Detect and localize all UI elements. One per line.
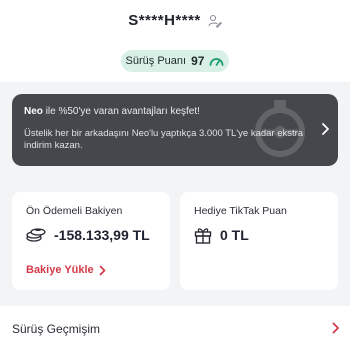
- driving-score-badge[interactable]: Sürüş Puanı 97: [121, 50, 229, 72]
- top-up-balance-link[interactable]: Bakiye Yükle: [26, 264, 106, 276]
- promo-description: Üstelik her bir arkadaşını Neo'lu yaptık…: [24, 128, 304, 151]
- profile-header: S****H**** Sürüş Puanı 97: [0, 0, 350, 82]
- gift-points-value: 0 TL: [220, 227, 249, 243]
- driving-score-value: 97: [191, 54, 205, 68]
- coins-icon: [26, 226, 46, 244]
- ride-history-row[interactable]: Sürüş Geçmişim: [0, 306, 350, 350]
- top-up-balance-label: Bakiye Yükle: [26, 264, 94, 276]
- prepaid-balance-row: -158.133,99 TL: [26, 226, 150, 244]
- prepaid-balance-card: Ön Ödemeli Bakiyen -158.133,99 TL Bakiye…: [12, 192, 170, 290]
- driving-score-label: Sürüş Puanı: [125, 55, 187, 67]
- username: S****H****: [128, 12, 201, 29]
- gift-icon: [194, 226, 212, 244]
- gift-points-label: Hediye TikTak Puan: [194, 205, 287, 217]
- prepaid-balance-value: -158.133,99 TL: [54, 227, 150, 243]
- promo-title: Neo ile %50'ye varan avantajları keşfet!: [24, 106, 304, 117]
- chevron-right-icon: [332, 322, 339, 334]
- chevron-right-icon[interactable]: [320, 122, 330, 136]
- promo-brand: Neo: [24, 106, 43, 117]
- gift-points-card[interactable]: Hediye TikTak Puan 0 TL: [180, 192, 338, 290]
- promo-title-text: ile %50'ye varan avantajları keşfet!: [45, 106, 200, 117]
- gauge-icon: [209, 56, 224, 66]
- neo-promo-banner[interactable]: Neo ile %50'ye varan avantajları keşfet!…: [12, 94, 338, 166]
- ride-history-label: Sürüş Geçmişim: [12, 322, 101, 336]
- prepaid-balance-label: Ön Ödemeli Bakiyen: [26, 205, 123, 217]
- username-row: S****H****: [0, 12, 350, 29]
- wallet-cards: Ön Ödemeli Bakiyen -158.133,99 TL Bakiye…: [12, 192, 338, 290]
- chevron-right-icon: [99, 265, 106, 275]
- person-edit-icon[interactable]: [208, 14, 222, 28]
- gift-points-row: 0 TL: [194, 226, 249, 244]
